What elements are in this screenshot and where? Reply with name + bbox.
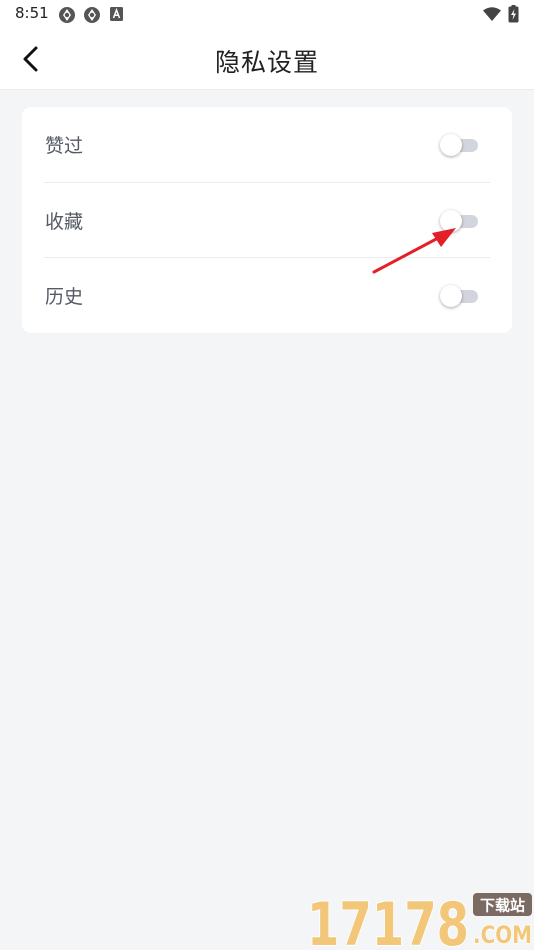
site-watermark-logo: 17178 下载站 .COM [306, 889, 533, 950]
annotation-arrow [372, 228, 456, 274]
watermark-number: 17178 [307, 890, 469, 950]
watermark-badge: 下载站 [480, 897, 525, 915]
watermark-domain: .COM [473, 921, 532, 949]
